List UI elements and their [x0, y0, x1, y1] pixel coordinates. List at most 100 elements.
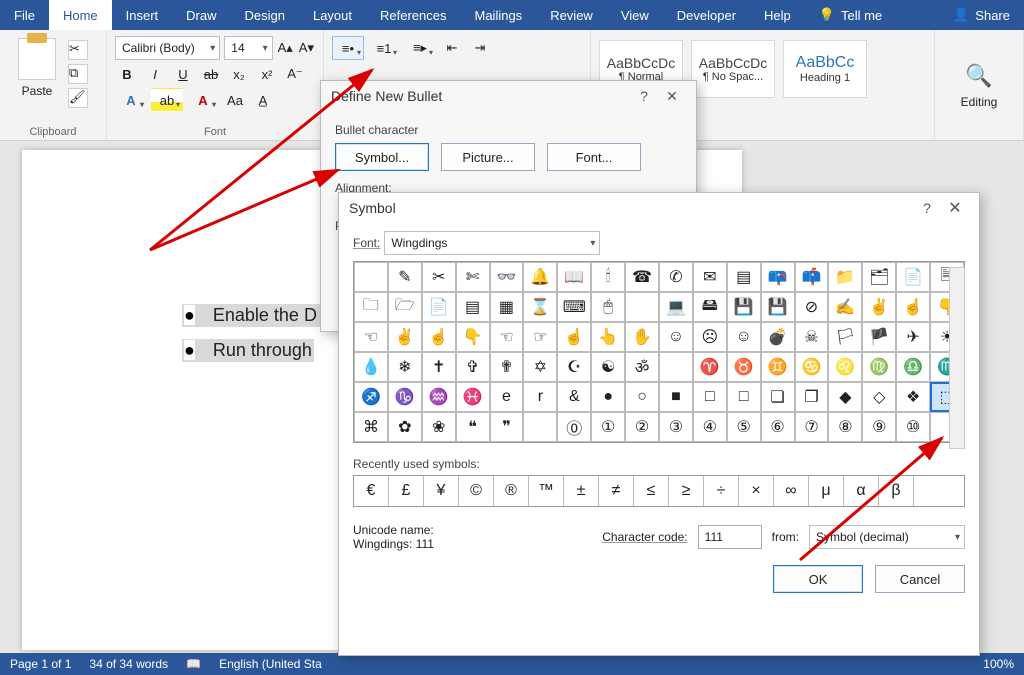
symbol-cell[interactable]: &	[557, 382, 591, 412]
symbol-cell[interactable]: ✌	[862, 292, 896, 322]
symbol-cell[interactable]: ♎	[896, 352, 930, 382]
symbol-cell[interactable]: ♓	[456, 382, 490, 412]
symbol-cell[interactable]	[523, 412, 557, 442]
symbol-cell[interactable]: ☜	[354, 322, 388, 352]
symbol-cell[interactable]: 📄	[896, 262, 930, 292]
tab-home[interactable]: Home	[49, 0, 112, 30]
symbol-cell[interactable]: ☺	[727, 322, 761, 352]
grow-font-icon[interactable]: A▴	[277, 36, 294, 60]
share-button[interactable]: 👤Share	[939, 0, 1024, 30]
superscript-button[interactable]: x²	[255, 62, 279, 86]
symbol-cell[interactable]: ♊	[761, 352, 795, 382]
tab-file[interactable]: File	[0, 0, 49, 30]
symbol-cell[interactable]: 📖	[557, 262, 591, 292]
symbol-cell[interactable]: ☝	[896, 292, 930, 322]
symbol-button[interactable]: Symbol...	[335, 143, 429, 171]
symbol-grid[interactable]: ✎✂✄👓🔔📖🕯☎✆✉▤📪📫📁🗂📄🗎🗀🗁📄▤▦⌛⌨🖱 💻🖴💾💾⊘✍✌☝👇☜✌☝👇☜…	[353, 261, 965, 443]
from-combo[interactable]: Symbol (decimal)	[809, 525, 965, 549]
symbol-cell[interactable]: ❖	[896, 382, 930, 412]
recent-symbol-cell[interactable]: α	[844, 476, 879, 506]
strike-button[interactable]: ab	[199, 62, 223, 86]
symbol-cell[interactable]: 💾	[727, 292, 761, 322]
symbol-cell[interactable]: ☺	[659, 322, 693, 352]
tab-view[interactable]: View	[607, 0, 663, 30]
clear-format-icon[interactable]: A⁻	[283, 62, 307, 86]
recent-symbol-cell[interactable]: ®	[494, 476, 529, 506]
recent-symbol-cell[interactable]: μ	[809, 476, 844, 506]
symbol-cell[interactable]: ♋	[795, 352, 829, 382]
symbol-cell[interactable]: 👇	[456, 322, 490, 352]
symbol-cell[interactable]: ①	[591, 412, 625, 442]
tell-me[interactable]: 💡Tell me	[805, 0, 896, 30]
symbol-cell[interactable]: ▦	[490, 292, 524, 322]
tab-design[interactable]: Design	[231, 0, 299, 30]
symbol-cell[interactable]: 💣	[761, 322, 795, 352]
status-page[interactable]: Page 1 of 1	[10, 657, 71, 671]
symbol-cell[interactable]: 💧	[354, 352, 388, 382]
symbol-cell[interactable]: 🔔	[523, 262, 557, 292]
symbol-cell[interactable]: ♐	[354, 382, 388, 412]
symbol-cell[interactable]: ▤	[727, 262, 761, 292]
symbol-cell[interactable]: 📁	[828, 262, 862, 292]
symbol-cell[interactable]: ✞	[456, 352, 490, 382]
ok-button[interactable]: OK	[773, 565, 863, 593]
help-button[interactable]: ?	[913, 200, 941, 216]
change-case-button[interactable]: Aa	[223, 88, 247, 112]
tab-review[interactable]: Review	[536, 0, 607, 30]
symbol-cell[interactable]: ◇	[862, 382, 896, 412]
symbol-cell[interactable]: ◆	[828, 382, 862, 412]
symbol-cell[interactable]: ✄	[456, 262, 490, 292]
recent-symbol-cell[interactable]: ≠	[599, 476, 634, 506]
cut-icon[interactable]: ✂	[68, 40, 88, 60]
symbol-cell[interactable]: ⓪	[557, 412, 591, 442]
symbol-cell[interactable]: ✆	[659, 262, 693, 292]
font-combo[interactable]: Wingdings	[384, 231, 600, 255]
list-item[interactable]: Enable the D	[182, 304, 319, 327]
symbol-cell[interactable]: ✝	[422, 352, 456, 382]
symbol-cell[interactable]: ●	[591, 382, 625, 412]
symbol-cell[interactable]: ☪	[557, 352, 591, 382]
recent-symbol-cell[interactable]: ∞	[774, 476, 809, 506]
symbol-cell[interactable]: ☜	[490, 322, 524, 352]
tab-draw[interactable]: Draw	[172, 0, 230, 30]
symbol-cell[interactable]: ✡	[523, 352, 557, 382]
recent-symbol-cell[interactable]: ©	[459, 476, 494, 506]
font-color-button[interactable]: A	[187, 88, 219, 112]
shrink-font-icon[interactable]: A▾	[298, 36, 315, 60]
symbol-cell[interactable]: ॐ	[625, 352, 659, 382]
close-button[interactable]: ✕	[941, 198, 969, 218]
bold-button[interactable]: B	[115, 62, 139, 86]
symbol-cell[interactable]: ❄	[388, 352, 422, 382]
italic-button[interactable]: I	[143, 62, 167, 86]
char-code-input[interactable]: 111	[698, 525, 762, 549]
symbol-cell[interactable]: ♒	[422, 382, 456, 412]
tab-help[interactable]: Help	[750, 0, 805, 30]
status-words[interactable]: 34 of 34 words	[89, 657, 168, 671]
symbol-cell[interactable]: 🏳	[828, 322, 862, 352]
symbol-cell[interactable]: ④	[693, 412, 727, 442]
symbol-cell[interactable]: ❝	[456, 412, 490, 442]
symbol-cell[interactable]: □	[727, 382, 761, 412]
symbol-cell[interactable]: ✋	[625, 322, 659, 352]
symbol-cell[interactable]: ✈	[896, 322, 930, 352]
symbol-cell[interactable]: ⑧	[828, 412, 862, 442]
list-item[interactable]: Run through	[182, 339, 314, 362]
status-language[interactable]: English (United Sta	[219, 657, 322, 671]
symbol-cell[interactable]: ♌	[828, 352, 862, 382]
recent-symbols[interactable]: €£¥©®™±≠≤≥÷×∞μαβ	[353, 475, 965, 507]
symbol-cell[interactable]: ☝	[557, 322, 591, 352]
recent-symbol-cell[interactable]: ÷	[704, 476, 739, 506]
recent-symbol-cell[interactable]: β	[879, 476, 914, 506]
status-zoom[interactable]: 100%	[983, 657, 1014, 671]
symbol-cell[interactable]: e	[490, 382, 524, 412]
symbol-cell[interactable]: ☎	[625, 262, 659, 292]
picture-button[interactable]: Picture...	[441, 143, 535, 171]
symbol-cell[interactable]: ⑦	[795, 412, 829, 442]
symbol-cell[interactable]: 🗁	[388, 292, 422, 322]
symbol-cell[interactable]: ☯	[591, 352, 625, 382]
recent-symbol-cell[interactable]: ¥	[424, 476, 459, 506]
font-name-combo[interactable]: Calibri (Body)	[115, 36, 220, 60]
paste-button[interactable]: Paste	[8, 34, 66, 110]
tab-references[interactable]: References	[366, 0, 460, 30]
symbol-cell[interactable]: ③	[659, 412, 693, 442]
